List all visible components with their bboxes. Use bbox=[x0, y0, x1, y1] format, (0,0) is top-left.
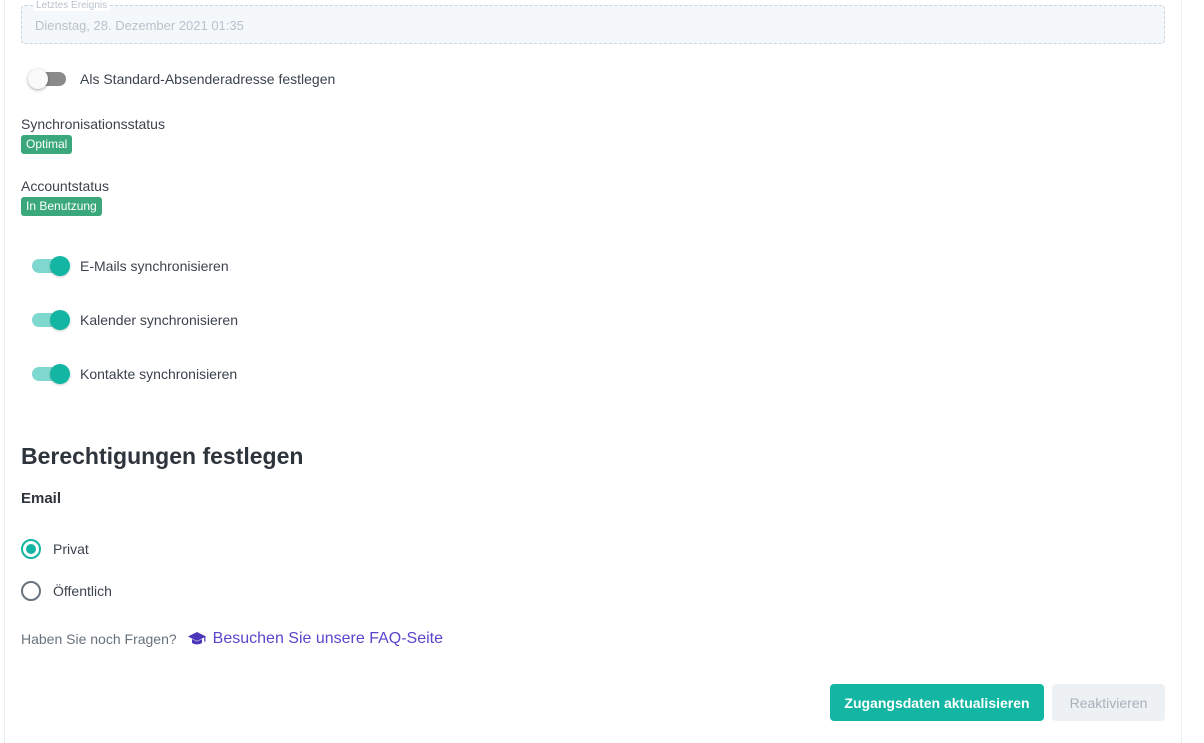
default-sender-toggle[interactable] bbox=[28, 67, 70, 91]
reactivate-button[interactable]: Reaktivieren bbox=[1052, 684, 1165, 721]
sync-status-label: Synchronisationsstatus bbox=[21, 116, 165, 132]
toggle-knob bbox=[50, 364, 70, 384]
email-sync-row: E-Mails synchronisieren bbox=[28, 254, 229, 278]
radio-option-private[interactable]: Privat bbox=[21, 538, 89, 560]
faq-line: Haben Sie noch Fragen? Besuchen Sie unse… bbox=[21, 629, 443, 649]
faq-link[interactable]: Besuchen Sie unsere FAQ-Seite bbox=[213, 630, 443, 648]
radio-private-label: Privat bbox=[53, 541, 89, 557]
calendar-sync-toggle[interactable] bbox=[28, 308, 70, 332]
last-event-legend: Letztes Ereignis bbox=[34, 0, 110, 11]
toggle-knob bbox=[50, 256, 70, 276]
permissions-title: Berechtigungen festlegen bbox=[21, 443, 304, 469]
faq-question: Haben Sie noch Fragen? bbox=[21, 631, 177, 647]
account-status-label: Accountstatus bbox=[21, 178, 109, 194]
email-sync-label: E-Mails synchronisieren bbox=[80, 258, 229, 274]
radio-option-public[interactable]: Öffentlich bbox=[21, 580, 112, 602]
contacts-sync-label: Kontakte synchronisieren bbox=[80, 366, 238, 382]
sync-status-badge: Optimal bbox=[21, 135, 73, 154]
account-status-badge: In Benutzung bbox=[21, 197, 102, 216]
email-permissions-title: Email bbox=[21, 490, 62, 507]
update-credentials-button[interactable]: Zugangsdaten aktualisieren bbox=[830, 684, 1044, 721]
radio-public[interactable] bbox=[21, 581, 41, 601]
last-event-field: Letztes Ereignis Dienstag, 28. Dezember … bbox=[21, 0, 1165, 44]
calendar-sync-label: Kalender synchronisieren bbox=[80, 312, 238, 328]
email-sync-toggle[interactable] bbox=[28, 254, 70, 278]
radio-public-label: Öffentlich bbox=[53, 583, 112, 599]
graduation-cap-icon bbox=[187, 631, 207, 647]
toggle-knob bbox=[28, 69, 48, 89]
calendar-sync-row: Kalender synchronisieren bbox=[28, 308, 238, 332]
default-sender-label: Als Standard-Absenderadresse festlegen bbox=[80, 71, 336, 87]
radio-private[interactable] bbox=[21, 539, 41, 559]
contacts-sync-toggle[interactable] bbox=[28, 362, 70, 386]
contacts-sync-row: Kontakte synchronisieren bbox=[28, 362, 237, 386]
last-event-value: Dienstag, 28. Dezember 2021 01:35 bbox=[35, 18, 244, 33]
default-sender-row: Als Standard-Absenderadresse festlegen bbox=[28, 67, 335, 91]
toggle-knob bbox=[50, 310, 70, 330]
